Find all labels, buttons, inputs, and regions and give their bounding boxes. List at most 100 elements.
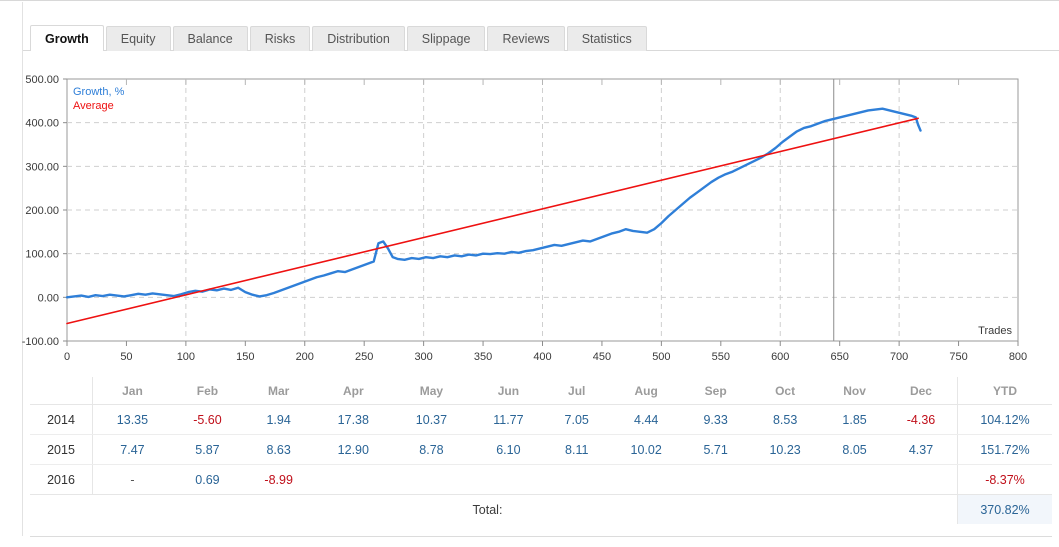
cell-month-value: 4.37 <box>884 434 958 465</box>
column-header-oct: Oct <box>746 377 825 405</box>
tab-statistics[interactable]: Statistics <box>566 26 647 51</box>
total-label: Total: <box>472 502 503 517</box>
x-axis-tick-label: 400 <box>533 351 551 363</box>
growth-chart-svg: -100.00 0.00 100.00 200.00 300.00 400.00 500.0… <box>22 74 1027 363</box>
cell-month-value <box>824 464 885 495</box>
table-row: 2014 13.35 -5.60 1.94 17.38 10.37 11.77 7.05 4.4… <box>30 404 1052 435</box>
column-header-may: May <box>392 377 471 405</box>
column-header-dec: Dec <box>884 377 958 405</box>
legend-label-growth: Growth, % <box>73 86 125 98</box>
row-year: 2015 <box>30 434 93 465</box>
cell-month-value: -4.36 <box>884 404 958 435</box>
cell-month-value: 0.69 <box>171 464 244 495</box>
cell-month-value: 13.35 <box>92 404 172 435</box>
tab-balance[interactable]: Balance <box>172 26 248 51</box>
tab-distribution[interactable]: Distribution <box>312 26 405 51</box>
y-axis-tick-label: 0.00 <box>38 292 59 304</box>
table-header: Jan Feb Mar Apr May Jun Jul Aug Sep Oct Nov Dec YTD <box>30 377 1052 405</box>
table-total-row: Total: 370.82% <box>30 494 1052 524</box>
cell-month-value <box>884 464 958 495</box>
x-axis-tick-label: 250 <box>355 351 373 363</box>
column-header-sep: Sep <box>685 377 747 405</box>
y-axis-tick-label: -100.00 <box>22 336 59 348</box>
monthly-returns-table: Jan Feb Mar Apr May Jun Jul Aug Sep Oct Nov Dec YTD … <box>30 377 1052 524</box>
tab-risks[interactable]: Risks <box>249 26 311 51</box>
growth-chart: -100.00 0.00 100.00 200.00 300.00 400.00 500.0… <box>0 61 1059 366</box>
x-axis-tick-label: 600 <box>771 351 789 363</box>
column-header-feb: Feb <box>171 377 244 405</box>
column-header-jun: Jun <box>470 377 547 405</box>
cell-month-value <box>470 464 547 495</box>
x-axis-caption: Trades <box>978 325 1012 337</box>
row-year: 2016 <box>30 464 93 495</box>
x-axis-tick-label: 150 <box>236 351 254 363</box>
y-axis-tick-label: 500.00 <box>25 74 59 86</box>
row-year: 2014 <box>30 404 93 435</box>
cell-month-value <box>314 464 393 495</box>
table-row: 2016-0.69 -8.99 -8.37% <box>30 464 1052 495</box>
column-header-nov: Nov <box>824 377 885 405</box>
growth-tab-page: Growth Equity Balance Risks Distribution Slip… <box>0 0 1059 547</box>
total-value: 370.82% <box>957 494 1052 524</box>
cell-month-value: 5.71 <box>685 434 747 465</box>
cell-month-value: 11.77 <box>470 404 547 435</box>
y-axis-tick-label: 100.00 <box>25 249 59 261</box>
cell-month-value: 17.38 <box>314 404 393 435</box>
y-axis-tick-label: 200.00 <box>25 205 59 217</box>
cell-month-value: 1.94 <box>243 404 315 435</box>
cell-month-value: 12.90 <box>314 434 393 465</box>
table-row: 2015 7.47 5.87 8.63 12.90 8.78 6.10 8.11 10.02 5.… <box>30 434 1052 465</box>
cell-month-value <box>607 464 686 495</box>
cell-month-value <box>746 464 825 495</box>
cell-month-value: -5.60 <box>171 404 244 435</box>
column-header-mar: Mar <box>243 377 315 405</box>
page-bottom-divider <box>30 536 1052 537</box>
cell-ytd-value: -8.37% <box>957 464 1052 495</box>
table-header-row: Jan Feb Mar Apr May Jun Jul Aug Sep Oct Nov Dec YTD <box>30 377 1052 405</box>
cell-month-value: 10.37 <box>392 404 471 435</box>
cell-ytd-value: 151.72% <box>957 434 1052 465</box>
table-footer: Total: 370.82% <box>30 494 1052 524</box>
x-axis-tick-label: 750 <box>949 351 967 363</box>
tab-reviews[interactable]: Reviews <box>487 26 565 51</box>
table-body: 2014 13.35 -5.60 1.94 17.38 10.37 11.77 7.05 4.4… <box>30 404 1052 495</box>
x-axis-tick-label: 300 <box>414 351 432 363</box>
cell-month-value <box>546 464 608 495</box>
cell-month-value: 1.85 <box>824 404 885 435</box>
cell-month-value: 9.33 <box>685 404 747 435</box>
cell-month-value: 6.10 <box>470 434 547 465</box>
tab-growth[interactable]: Growth <box>30 25 104 51</box>
tab-bar: Growth Equity Balance Risks Distribution Slip… <box>30 25 647 51</box>
cell-month-value: 8.78 <box>392 434 471 465</box>
tab-equity[interactable]: Equity <box>105 26 171 51</box>
x-axis-tick-label: 200 <box>296 351 314 363</box>
x-axis-tick-label: 650 <box>831 351 849 363</box>
column-header-jul: Jul <box>546 377 608 405</box>
cell-month-value: 10.23 <box>746 434 825 465</box>
x-axis-tick-label: 700 <box>890 351 908 363</box>
x-axis-tick-label: 500 <box>652 351 670 363</box>
x-axis-tick-label: 350 <box>474 351 492 363</box>
cell-month-value: 8.05 <box>824 434 885 465</box>
x-axis-tick-label: 550 <box>712 351 730 363</box>
cell-month-value: 5.87 <box>171 434 244 465</box>
cell-month-value: 7.47 <box>92 434 172 465</box>
column-header-jan: Jan <box>92 377 172 405</box>
cell-month-value <box>685 464 747 495</box>
x-axis-tick-label: 50 <box>120 351 132 363</box>
cell-month-value: -8.99 <box>243 464 315 495</box>
x-axis-tick-label: 0 <box>64 351 70 363</box>
column-header-apr: Apr <box>314 377 393 405</box>
cell-month-value: - <box>92 464 172 495</box>
cell-month-value: 8.11 <box>546 434 608 465</box>
x-axis-tick-label: 450 <box>593 351 611 363</box>
cell-month-value: 4.44 <box>607 404 686 435</box>
cell-month-value: 8.63 <box>243 434 315 465</box>
cell-month-value: 8.53 <box>746 404 825 435</box>
tab-slippage[interactable]: Slippage <box>406 26 486 51</box>
cell-month-value <box>392 464 471 495</box>
column-header-aug: Aug <box>607 377 686 405</box>
legend-label-average: Average <box>73 100 114 112</box>
column-header-ytd: YTD <box>957 377 1052 405</box>
y-axis-tick-label: 400.00 <box>25 118 59 130</box>
